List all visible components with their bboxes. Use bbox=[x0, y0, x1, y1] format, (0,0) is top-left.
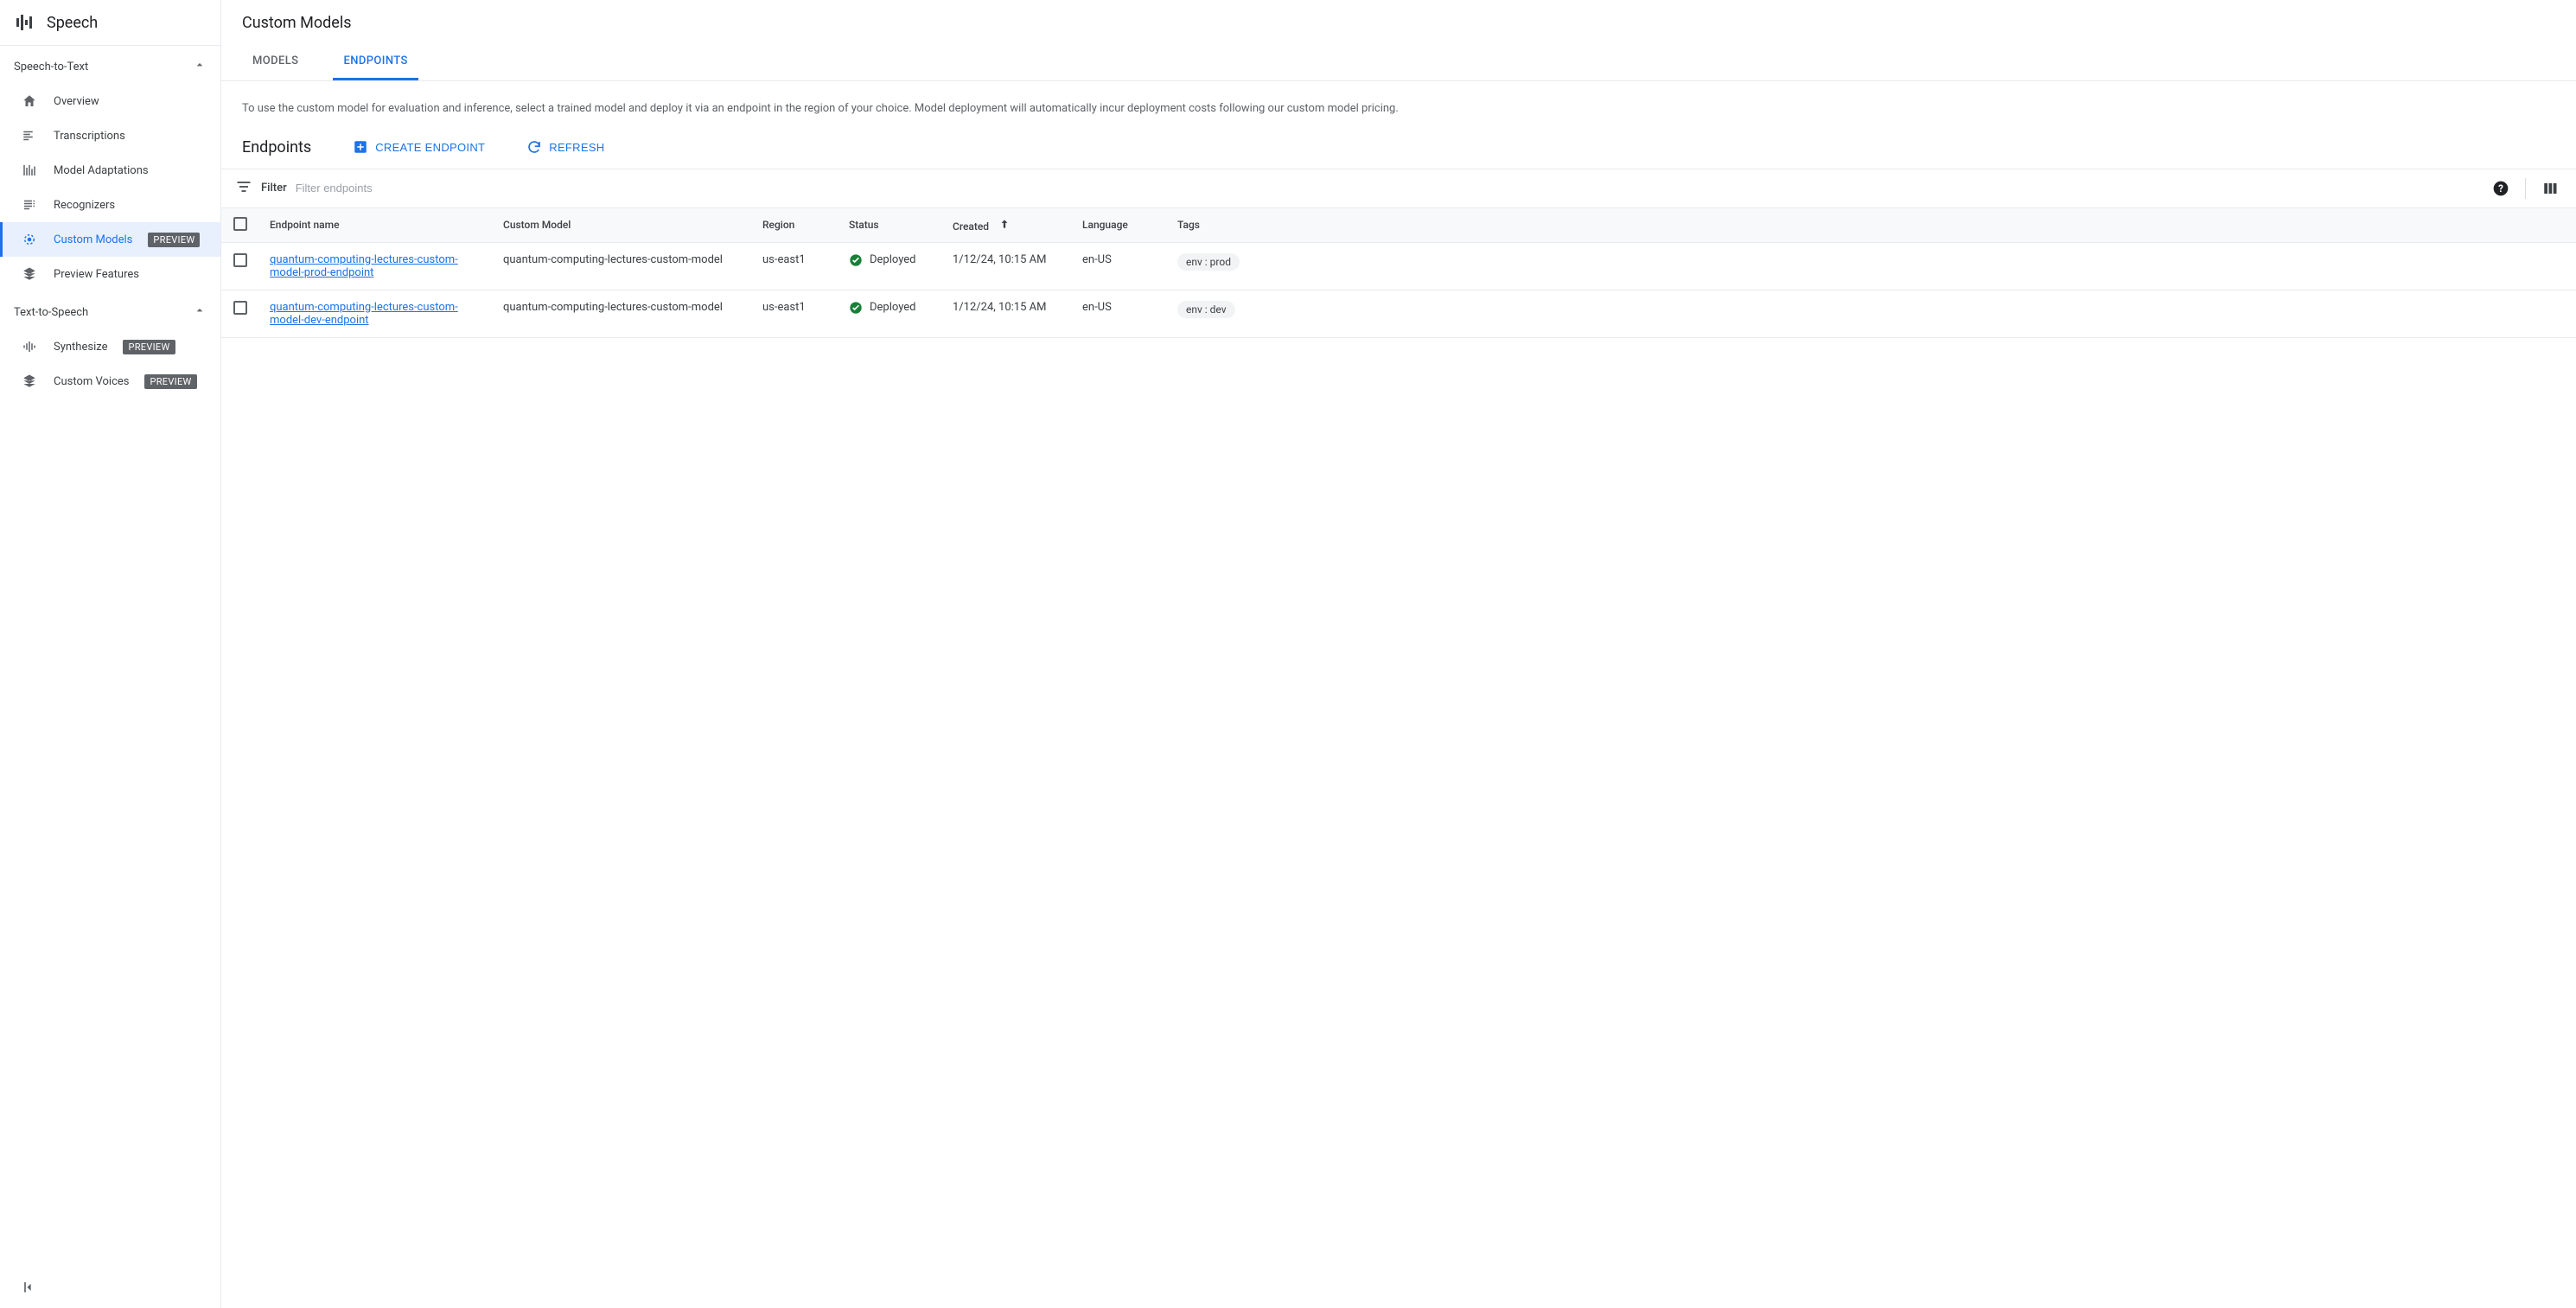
synthesize-icon bbox=[21, 338, 38, 355]
sidebar-item-synthesize[interactable]: Synthesize PREVIEW bbox=[0, 329, 220, 364]
select-all-header[interactable] bbox=[221, 208, 259, 243]
sort-ascending-icon bbox=[998, 220, 1011, 233]
layers-icon bbox=[21, 373, 38, 390]
col-header-status[interactable]: Status bbox=[838, 208, 942, 243]
status-success-icon bbox=[849, 301, 863, 315]
sidebar-item-model-adaptations[interactable]: Model Adaptations bbox=[0, 153, 220, 188]
main-content: Custom Models MODELS ENDPOINTS To use th… bbox=[221, 0, 2576, 1308]
nav-label: Custom Voices bbox=[54, 375, 129, 388]
refresh-button[interactable]: REFRESH bbox=[526, 139, 604, 155]
row-checkbox[interactable] bbox=[221, 290, 259, 337]
custom-models-icon bbox=[21, 231, 38, 248]
help-icon[interactable]: ? bbox=[2489, 176, 2513, 201]
nav-label: Overview bbox=[54, 95, 99, 108]
status-success-icon bbox=[849, 253, 863, 267]
cell-language: en-US bbox=[1072, 290, 1167, 337]
create-endpoint-button[interactable]: CREATE ENDPOINT bbox=[353, 139, 485, 155]
table-header-row: Endpoint name Custom Model Region Status… bbox=[221, 208, 2576, 243]
section-header-stt[interactable]: Speech-to-Text bbox=[0, 46, 220, 84]
cell-model: quantum-computing-lectures-custom-model bbox=[493, 290, 752, 337]
divider bbox=[2525, 178, 2526, 199]
col-header-model[interactable]: Custom Model bbox=[493, 208, 752, 243]
nav-label: Preview Features bbox=[54, 268, 139, 281]
sidebar-item-preview-features[interactable]: Preview Features bbox=[0, 257, 220, 291]
col-header-language[interactable]: Language bbox=[1072, 208, 1167, 243]
home-icon bbox=[21, 93, 38, 110]
chevron-up-icon bbox=[193, 303, 207, 321]
cell-created: 1/12/24, 10:15 AM bbox=[942, 290, 1072, 337]
preview-badge: PREVIEW bbox=[148, 233, 200, 247]
cell-status: Deployed bbox=[838, 290, 942, 337]
nav-label: Synthesize bbox=[54, 341, 107, 354]
sidebar-collapse-button[interactable] bbox=[17, 1275, 41, 1299]
sidebar-item-recognizers[interactable]: Recognizers bbox=[0, 188, 220, 222]
section-label: Text-to-Speech bbox=[14, 306, 88, 319]
plus-box-icon bbox=[353, 139, 368, 155]
cell-tags: env : prod bbox=[1167, 242, 2576, 290]
sidebar-item-custom-models[interactable]: Custom Models PREVIEW bbox=[0, 222, 220, 257]
transcriptions-icon bbox=[21, 127, 38, 144]
cell-tags: env : dev bbox=[1167, 290, 2576, 337]
sidebar-item-transcriptions[interactable]: Transcriptions bbox=[0, 118, 220, 153]
filter-input[interactable] bbox=[296, 182, 2480, 195]
nav-label: Custom Models bbox=[54, 233, 132, 246]
section-bar: Endpoints CREATE ENDPOINT REFRESH bbox=[221, 118, 2576, 169]
main-header: Custom Models MODELS ENDPOINTS bbox=[221, 0, 2576, 81]
refresh-icon bbox=[526, 139, 542, 155]
col-header-created[interactable]: Created bbox=[942, 208, 1072, 243]
page-description: To use the custom model for evaluation a… bbox=[221, 81, 2576, 118]
recognizers-icon bbox=[21, 196, 38, 214]
cell-created: 1/12/24, 10:15 AM bbox=[942, 242, 1072, 290]
cell-model: quantum-computing-lectures-custom-model bbox=[493, 242, 752, 290]
sidebar-item-overview[interactable]: Overview bbox=[0, 84, 220, 118]
row-checkbox[interactable] bbox=[221, 242, 259, 290]
app-title: Speech bbox=[47, 14, 98, 32]
sidebar-header: Speech bbox=[0, 0, 220, 46]
table-row: quantum-computing-lectures-custom-model-… bbox=[221, 242, 2576, 290]
button-label: CREATE ENDPOINT bbox=[375, 141, 485, 154]
sidebar: Speech Speech-to-Text Overview Transcrip… bbox=[0, 0, 221, 1308]
filter-label: Filter bbox=[261, 182, 287, 195]
layers-icon bbox=[21, 265, 38, 283]
filter-bar: Filter ? bbox=[221, 169, 2576, 208]
tabs: MODELS ENDPOINTS bbox=[242, 46, 2555, 80]
tag-chip: env : dev bbox=[1177, 301, 1235, 318]
button-label: REFRESH bbox=[549, 141, 604, 154]
speech-logo-icon bbox=[14, 12, 35, 33]
tab-models[interactable]: MODELS bbox=[242, 46, 309, 80]
nav-label: Model Adaptations bbox=[54, 164, 149, 177]
chevron-up-icon bbox=[193, 58, 207, 75]
sidebar-item-custom-voices[interactable]: Custom Voices PREVIEW bbox=[0, 364, 220, 399]
col-header-tags[interactable]: Tags bbox=[1167, 208, 2576, 243]
tag-chip: env : prod bbox=[1177, 253, 1240, 271]
preview-badge: PREVIEW bbox=[144, 374, 196, 389]
nav-label: Transcriptions bbox=[54, 130, 125, 143]
page-title: Custom Models bbox=[242, 14, 2555, 41]
cell-status: Deployed bbox=[838, 242, 942, 290]
tab-endpoints[interactable]: ENDPOINTS bbox=[333, 46, 418, 80]
endpoint-name-link[interactable]: quantum-computing-lectures-custom-model-… bbox=[270, 301, 460, 327]
endpoint-name-link[interactable]: quantum-computing-lectures-custom-model-… bbox=[270, 253, 460, 279]
col-header-region[interactable]: Region bbox=[752, 208, 838, 243]
preview-badge: PREVIEW bbox=[123, 340, 175, 354]
cell-region: us-east1 bbox=[752, 242, 838, 290]
svg-text:?: ? bbox=[2498, 182, 2503, 195]
endpoints-table: Endpoint name Custom Model Region Status… bbox=[221, 208, 2576, 338]
columns-icon[interactable] bbox=[2538, 176, 2562, 201]
cell-language: en-US bbox=[1072, 242, 1167, 290]
col-header-name[interactable]: Endpoint name bbox=[259, 208, 493, 243]
table-row: quantum-computing-lectures-custom-model-… bbox=[221, 290, 2576, 337]
cell-region: us-east1 bbox=[752, 290, 838, 337]
section-header-tts[interactable]: Text-to-Speech bbox=[0, 291, 220, 329]
nav-label: Recognizers bbox=[54, 199, 115, 212]
section-label: Speech-to-Text bbox=[14, 61, 88, 73]
section-title: Endpoints bbox=[242, 138, 311, 156]
filter-icon bbox=[235, 178, 252, 199]
adaptations-icon bbox=[21, 162, 38, 179]
